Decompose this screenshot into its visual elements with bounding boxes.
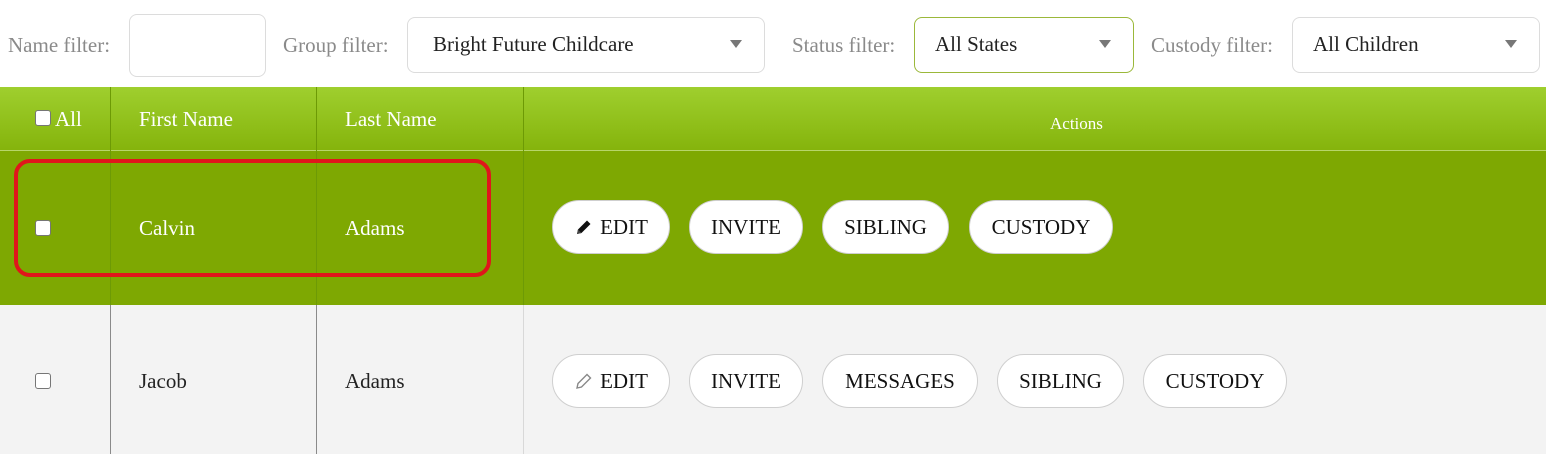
filter-bar: Name filter: Group filter: Bright Future… xyxy=(0,0,1546,87)
table-row[interactable]: Calvin Adams EDIT INVITE SIBLING CUSTODY xyxy=(0,151,1546,305)
edit-button[interactable]: EDIT xyxy=(552,200,670,254)
sibling-button[interactable]: SIBLING xyxy=(822,200,949,254)
status-filter-select[interactable]: All States xyxy=(914,17,1134,73)
group-filter-select[interactable]: Bright Future Childcare xyxy=(407,17,765,73)
invite-button[interactable]: INVITE xyxy=(689,200,803,254)
table-header: All First Name Last Name Actions xyxy=(0,87,1546,151)
custody-filter-select[interactable]: All Children xyxy=(1292,17,1540,73)
header-actions: Actions xyxy=(523,87,1546,151)
column-divider xyxy=(523,87,524,305)
children-table: All First Name Last Name Actions Calvin … xyxy=(0,87,1546,454)
pencil-icon xyxy=(576,373,592,390)
name-filter-label: Name filter: xyxy=(8,33,111,57)
table-row[interactable]: Jacob Adams EDIT INVITE MESSAGES SIBLING… xyxy=(0,305,1546,454)
column-divider xyxy=(316,87,317,305)
custody-filter-value: All Children xyxy=(1313,32,1419,56)
chevron-down-icon xyxy=(1505,40,1517,48)
row-checkbox[interactable] xyxy=(35,220,51,236)
custody-button[interactable]: CUSTODY xyxy=(1143,354,1287,408)
sibling-button[interactable]: SIBLING xyxy=(997,354,1124,408)
column-divider xyxy=(523,305,524,454)
header-actions-label: Actions xyxy=(1050,114,1103,133)
chevron-down-icon xyxy=(730,40,742,48)
column-divider xyxy=(316,305,317,454)
column-divider xyxy=(110,305,111,454)
edit-button[interactable]: EDIT xyxy=(552,354,670,408)
header-last-name[interactable]: Last Name xyxy=(316,87,523,151)
pencil-icon xyxy=(577,220,591,235)
header-first-name[interactable]: First Name xyxy=(110,87,316,151)
group-filter-value: Bright Future Childcare xyxy=(433,32,634,56)
invite-button[interactable]: INVITE xyxy=(689,354,803,408)
custody-button[interactable]: CUSTODY xyxy=(969,200,1113,254)
status-filter-label: Status filter: xyxy=(792,33,896,57)
header-all-label: All xyxy=(55,107,82,131)
group-filter-label: Group filter: xyxy=(283,33,389,57)
edit-label: EDIT xyxy=(600,215,648,239)
header-first-name-label: First Name xyxy=(139,107,233,131)
last-name-cell: Adams xyxy=(345,216,405,240)
header-last-name-label: Last Name xyxy=(345,107,437,131)
messages-button[interactable]: MESSAGES xyxy=(822,354,978,408)
edit-label: EDIT xyxy=(600,369,648,393)
status-filter-value: All States xyxy=(935,32,1018,56)
column-divider xyxy=(110,87,111,305)
name-filter-input[interactable] xyxy=(129,14,266,77)
last-name-cell: Adams xyxy=(345,369,405,393)
chevron-down-icon xyxy=(1099,40,1111,48)
first-name-cell: Calvin xyxy=(139,216,195,240)
first-name-cell: Jacob xyxy=(139,369,187,393)
row-checkbox[interactable] xyxy=(35,373,51,389)
header-select-all: All xyxy=(0,87,110,151)
select-all-checkbox[interactable] xyxy=(35,110,51,126)
custody-filter-label: Custody filter: xyxy=(1151,33,1273,57)
